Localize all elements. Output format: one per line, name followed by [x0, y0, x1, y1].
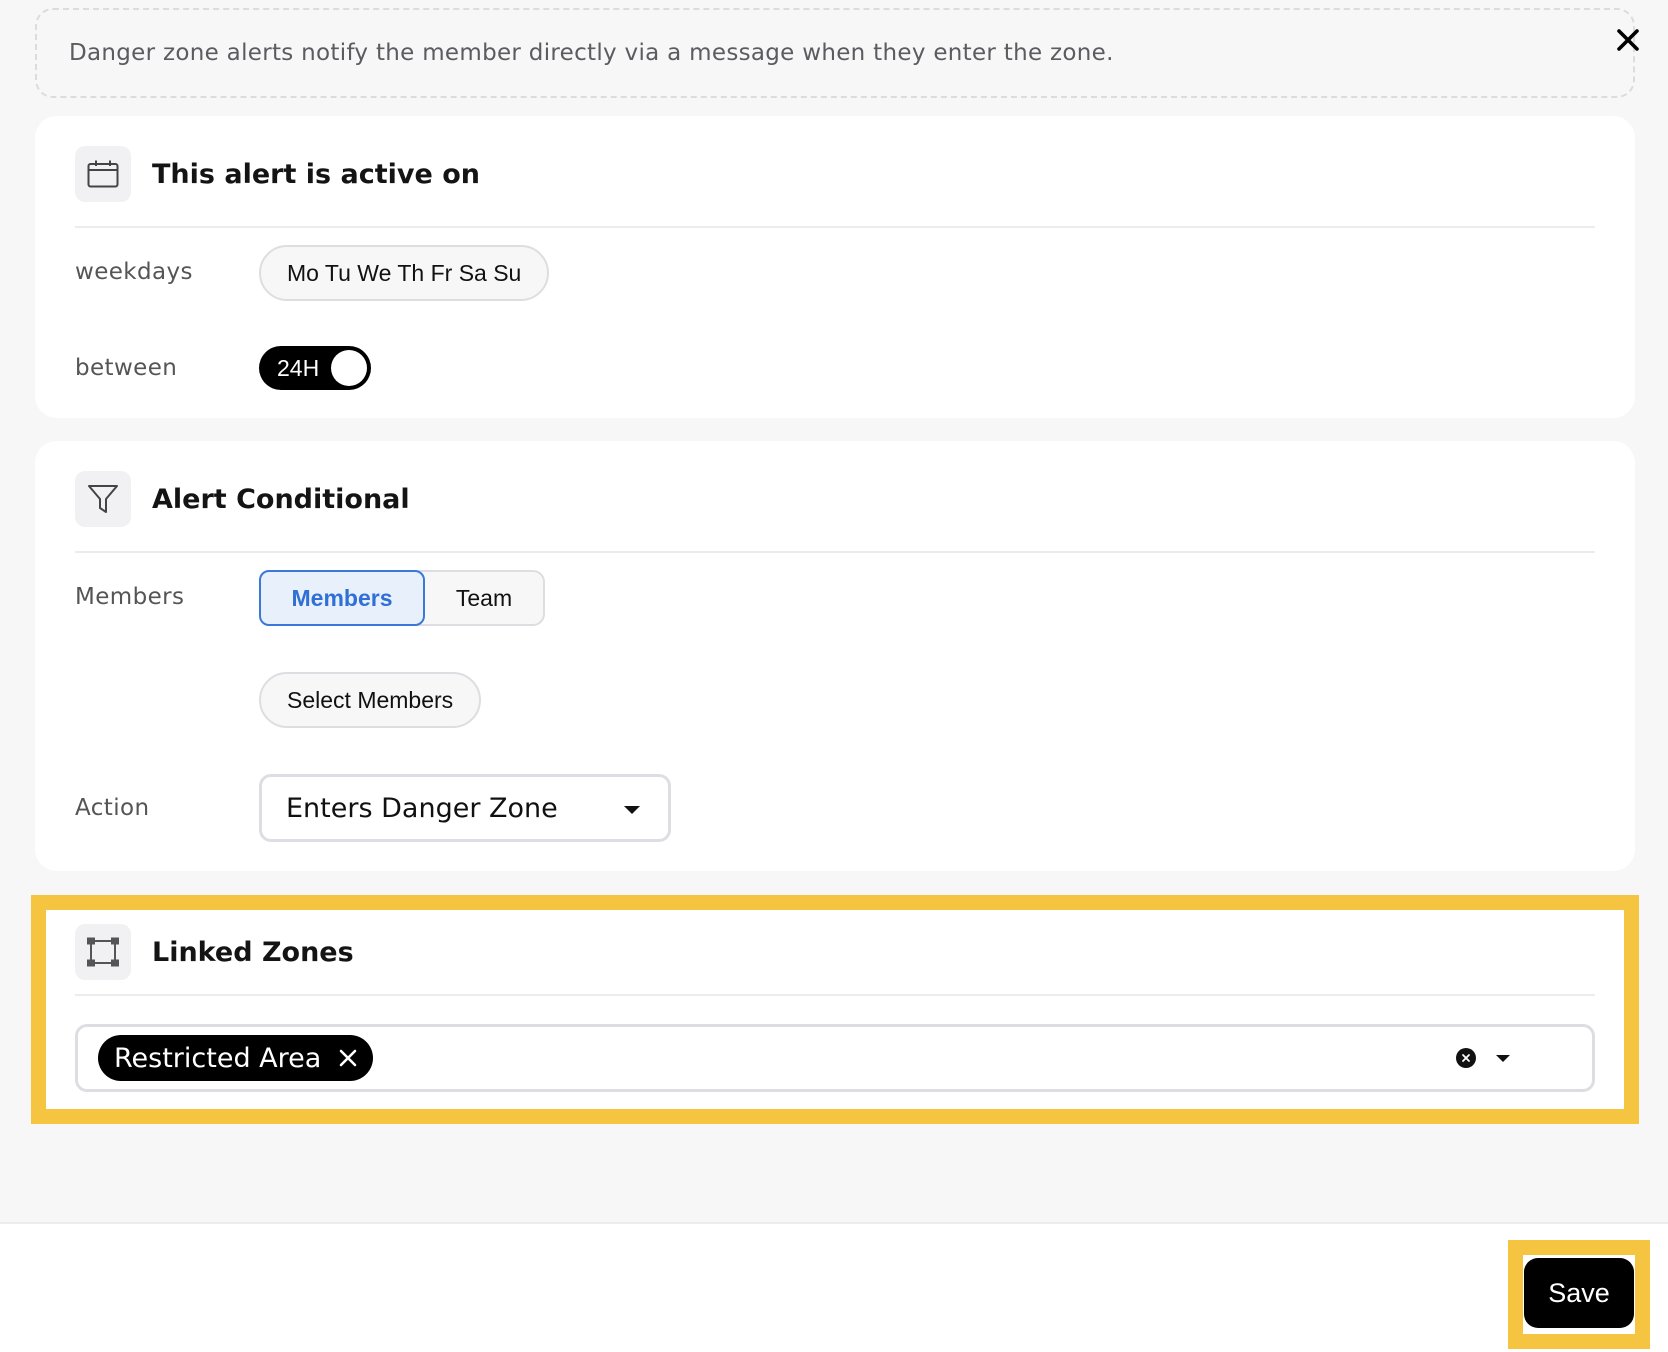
clear-selection-icon[interactable] — [1456, 1048, 1476, 1068]
conditional-header: Alert Conditional — [75, 471, 410, 527]
conditional-title: Alert Conditional — [152, 483, 410, 515]
24h-toggle[interactable]: 24H — [259, 346, 371, 390]
close-icon — [340, 1049, 357, 1067]
divider — [75, 226, 1595, 228]
linked-zones-select[interactable]: Restricted Area — [75, 1024, 1595, 1092]
weekdays-selector[interactable]: Mo Tu We Th Fr Sa Su — [259, 245, 550, 301]
action-dropdown[interactable]: Enters Danger Zone — [259, 774, 671, 842]
toggle-knob — [331, 350, 367, 386]
action-value: Enters Danger Zone — [286, 792, 558, 824]
member-type-segmented-control: Members Team — [259, 570, 545, 626]
info-banner-text: Danger zone alerts notify the member dir… — [69, 40, 1114, 66]
schedule-card: This alert is active on weekdays Mo Tu W… — [35, 116, 1635, 418]
select-members-button[interactable]: Select Members — [259, 672, 482, 728]
close-button[interactable] — [1610, 22, 1646, 58]
info-banner: Danger zone alerts notify the member dir… — [35, 8, 1635, 98]
conditional-card: Alert Conditional Members Members Team S… — [35, 441, 1635, 871]
close-icon — [1617, 29, 1639, 51]
calendar-icon — [75, 146, 131, 202]
weekdays-label: weekdays — [75, 259, 193, 285]
segment-members[interactable]: Members — [259, 570, 425, 626]
weekdays-value: Mo Tu We Th Fr Sa Su — [287, 259, 522, 286]
linked-zones-card: Linked Zones Restricted Area — [35, 910, 1635, 1110]
schedule-title: This alert is active on — [152, 158, 480, 190]
segment-team[interactable]: Team — [425, 572, 543, 624]
between-label: between — [75, 355, 178, 381]
remove-chip-button[interactable] — [337, 1047, 359, 1069]
toggle-label: 24H — [277, 354, 320, 381]
chevron-down-icon[interactable] — [1496, 1055, 1510, 1062]
chevron-down-icon — [624, 806, 640, 814]
schedule-header: This alert is active on — [75, 146, 480, 202]
linked-zones-header: Linked Zones — [75, 924, 354, 980]
footer-divider — [0, 1222, 1668, 1224]
polygon-zone-icon — [75, 924, 131, 980]
zone-chip-label: Restricted Area — [114, 1042, 322, 1074]
zone-chip: Restricted Area — [98, 1035, 374, 1081]
action-label: Action — [75, 795, 150, 821]
members-label: Members — [75, 584, 185, 610]
divider — [75, 551, 1595, 553]
filter-icon — [75, 471, 131, 527]
divider — [75, 994, 1595, 996]
linked-zones-title: Linked Zones — [152, 936, 354, 968]
select-members-label: Select Members — [287, 686, 454, 713]
save-button[interactable]: Save — [1524, 1258, 1634, 1328]
